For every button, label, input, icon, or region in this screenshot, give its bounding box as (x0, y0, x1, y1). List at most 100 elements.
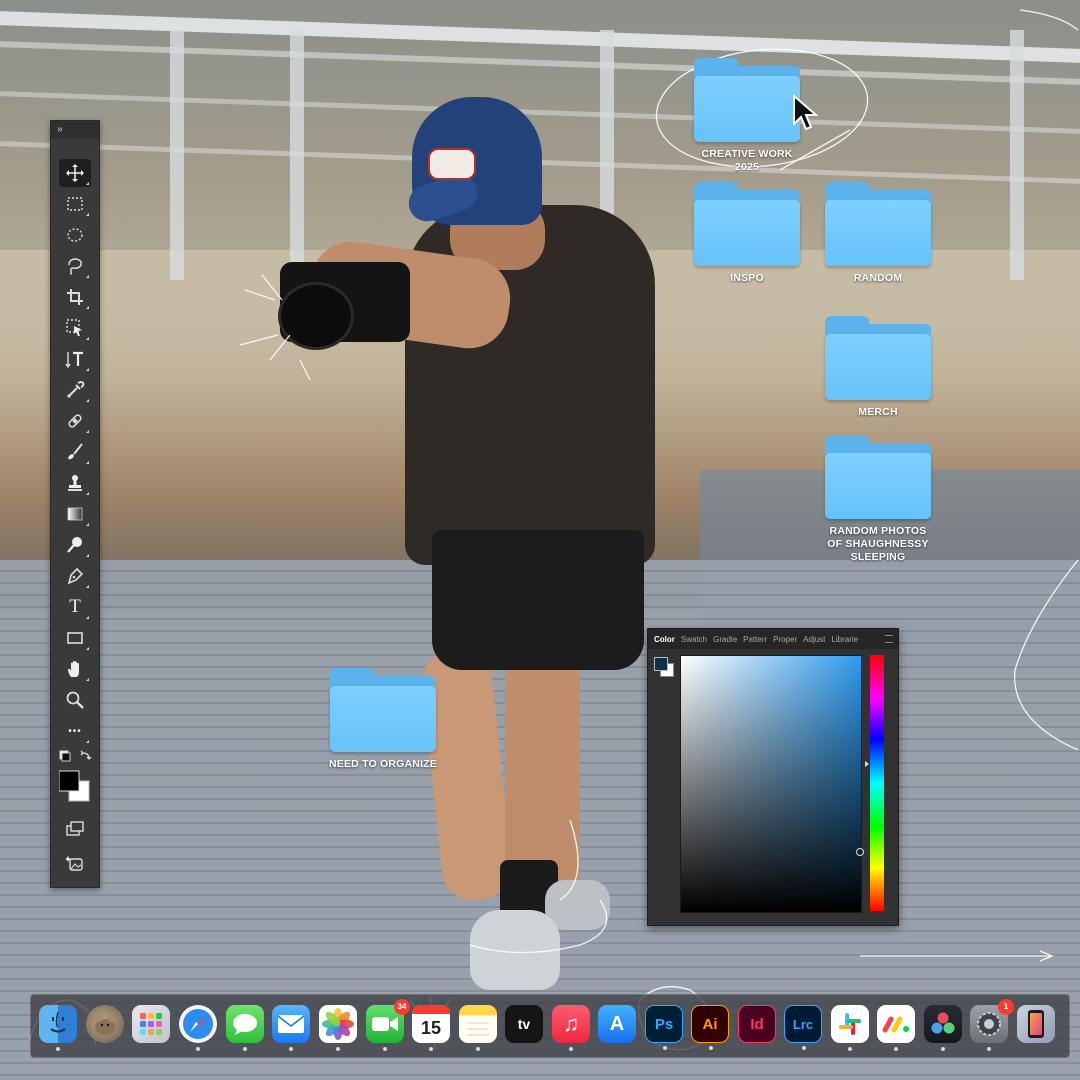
dock-illustrator[interactable]: Ai (691, 1005, 729, 1050)
tab-gradients[interactable]: Gradie (710, 635, 740, 644)
folder-icon (825, 435, 931, 521)
dock-system-settings[interactable]: 1 (970, 999, 1014, 1051)
color-panel: Color Swatch Gradie Patterr Proper Adjus… (647, 628, 899, 926)
folder-random[interactable]: RANDOM (823, 182, 933, 285)
folder-label: CREATIVE WORK 2025 (701, 148, 793, 173)
foreground-color-swatch (58, 770, 80, 792)
indesign-label: Id (750, 1015, 764, 1033)
bandage-icon (68, 414, 82, 428)
tab-color[interactable]: Color (648, 635, 678, 644)
hue-slider[interactable] (870, 655, 884, 911)
dock-finder[interactable] (39, 1005, 77, 1051)
gear-icon (977, 1012, 1001, 1036)
dock-lightroom-classic[interactable]: Lrc (784, 1005, 822, 1050)
folder-label: MERCH (858, 406, 898, 418)
tab-libraries[interactable]: Librarie (828, 635, 861, 644)
camera-lens (278, 282, 354, 350)
folder-label: RANDOM PHOTOS OF SHAUGHNESSY SLEEPING (827, 525, 929, 563)
eyedropper-tool[interactable] (59, 376, 91, 404)
crop-tool[interactable] (59, 283, 91, 311)
dock-davinci-resolve[interactable] (924, 1005, 962, 1051)
dock-mail[interactable] (272, 1005, 310, 1051)
hand-tool[interactable] (59, 655, 91, 683)
color-picker-marker[interactable] (856, 848, 864, 856)
hue-slider-handle[interactable] (865, 761, 869, 767)
dock-indesign[interactable]: Id (738, 1005, 776, 1043)
gradient-icon (67, 507, 83, 521)
tab-patterns[interactable]: Patterr (740, 635, 770, 644)
rectangle-icon (67, 632, 83, 644)
dock-app-store[interactable]: A (598, 1005, 636, 1043)
dock-launchpad[interactable] (132, 1005, 170, 1043)
stamp-icon (68, 475, 82, 491)
generative-fill-tool[interactable] (59, 849, 91, 877)
eyedropper-icon (67, 381, 85, 398)
dock-notes[interactable] (459, 1005, 497, 1051)
folder-need-to-organize[interactable]: NEED TO ORGANIZE (328, 668, 438, 771)
dock-monday[interactable] (877, 1005, 915, 1051)
notification-badge: 1 (998, 999, 1014, 1015)
folder-random-photos-of-shaughnessy-sleeping[interactable]: RANDOM PHOTOS OF SHAUGHNESSY SLEEPING (823, 435, 933, 564)
app-store-icon: A (609, 1012, 625, 1035)
zoom-tool[interactable] (59, 686, 91, 714)
color-panel-tabs: Color Swatch Gradie Patterr Proper Adjus… (648, 629, 898, 649)
panel-menu-icon[interactable] (885, 635, 893, 643)
folder-inspo[interactable]: INSPO (692, 182, 802, 285)
dock-image-thumbnail[interactable] (86, 1005, 124, 1043)
rectangle-tool[interactable] (59, 624, 91, 652)
dock-messages[interactable] (226, 1005, 264, 1051)
dock-music[interactable]: ♫ (552, 1005, 590, 1051)
gradient-tool[interactable] (59, 500, 91, 528)
elliptical-marquee-tool[interactable] (59, 221, 91, 249)
foreground-color-chip[interactable] (654, 657, 668, 671)
folder-label: NEED TO ORGANIZE (328, 758, 437, 770)
dock-photos[interactable] (319, 1005, 357, 1051)
calendar-header-strip (412, 1005, 450, 1014)
lasso-tool[interactable] (59, 252, 91, 280)
dock-safari[interactable] (179, 1005, 217, 1051)
vertical-type-tool[interactable] (59, 345, 91, 373)
dock-slack[interactable] (831, 1005, 869, 1051)
dodge-tool[interactable] (59, 531, 91, 559)
saturation-brightness-field[interactable] (680, 655, 864, 913)
collapse-glyph: » (57, 124, 63, 135)
calendar-date: 15 (420, 1017, 442, 1038)
background-railing (0, 11, 1080, 63)
color-swatches[interactable] (58, 749, 93, 807)
more-tools[interactable]: ••• (59, 717, 91, 745)
brush-tool[interactable] (59, 438, 91, 466)
spot-healing-tool[interactable] (59, 407, 91, 435)
background-rail-post (170, 30, 184, 280)
pen-tool[interactable] (59, 562, 91, 590)
folder-merch[interactable]: MERCH (823, 316, 933, 419)
background-railing-wire (0, 91, 1080, 134)
folder-icon (330, 668, 436, 754)
tab-properties[interactable]: Proper (770, 635, 800, 644)
crop-icon (67, 289, 83, 305)
type-icon: T (69, 596, 81, 617)
tab-adjustments[interactable]: Adjust (800, 635, 828, 644)
rectangular-marquee-tool[interactable] (59, 190, 91, 218)
person-shoe (470, 910, 560, 990)
object-selection-tool[interactable] (59, 314, 91, 342)
dock-calendar[interactable]: 15 (412, 1005, 450, 1051)
music-note-icon: ♫ (562, 1011, 580, 1036)
clone-stamp-tool[interactable] (59, 469, 91, 497)
photoshop-label: Ps (654, 1015, 674, 1033)
tab-swatches[interactable]: Swatch (678, 635, 710, 644)
hand-icon (68, 661, 79, 677)
quick-mask-tool[interactable] (59, 815, 91, 843)
dock-facetime[interactable]: 34 (366, 999, 410, 1051)
dock-photoshop[interactable]: Ps (645, 1005, 683, 1050)
toolbar-collapse-grip[interactable]: » (51, 121, 99, 139)
cap-logo-patch (428, 148, 476, 180)
launchpad-grid-icon (140, 1013, 162, 1035)
move-tool[interactable] (59, 159, 91, 187)
folder-creative-work-2025[interactable]: CREATIVE WORK 2025 (692, 58, 802, 174)
dock-apple-tv[interactable]: tv (505, 1005, 543, 1043)
photos-flower-icon (322, 1008, 354, 1040)
dock-iphone-mirroring[interactable] (1017, 1005, 1055, 1043)
notification-badge: 34 (394, 999, 410, 1015)
pen-icon (67, 567, 84, 585)
type-tool[interactable]: T (59, 593, 91, 621)
